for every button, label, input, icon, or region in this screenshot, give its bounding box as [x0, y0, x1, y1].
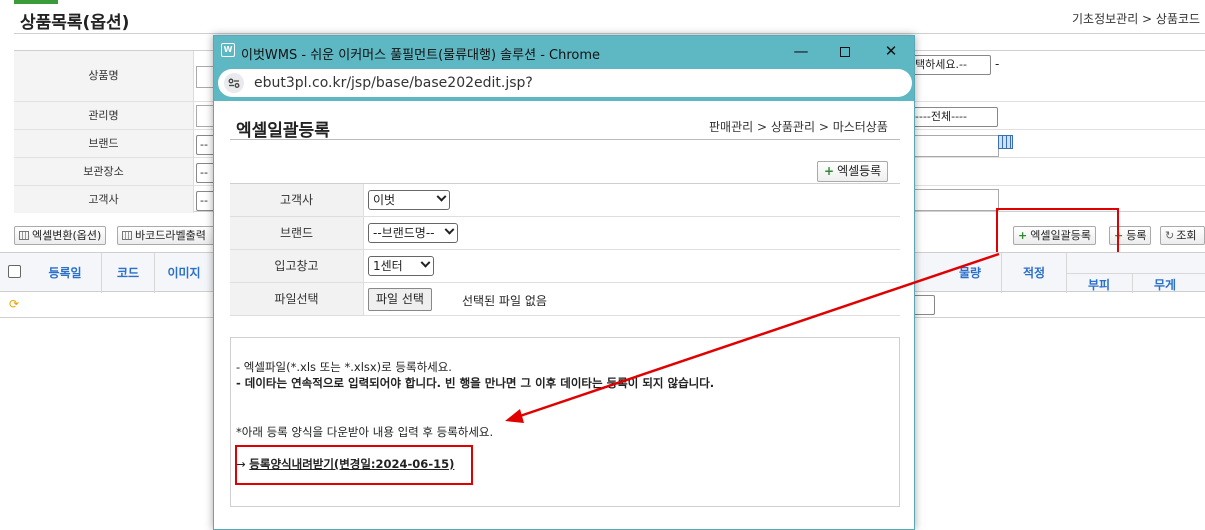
- annotation-arrow: [505, 252, 1000, 423]
- arrow-head-icon: [505, 409, 524, 423]
- arrow-line: [519, 252, 1000, 418]
